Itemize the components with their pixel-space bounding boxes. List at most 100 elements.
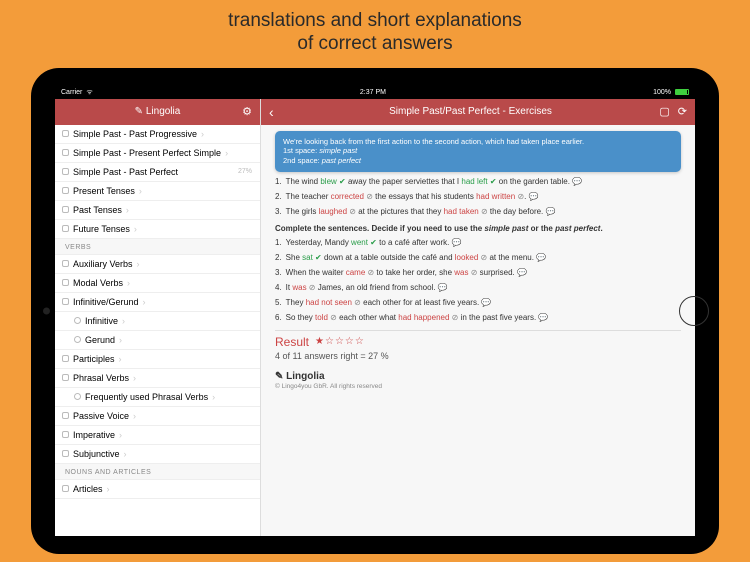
sidebar-item-label: Past Tenses [73,205,122,215]
sidebar-item-label: Imperative [73,430,115,440]
exercise-sentence: 1.Yesterday, Mandy went ✔ to a café afte… [275,237,681,249]
chevron-right-icon: › [143,297,146,307]
checkbox-icon [62,168,69,175]
checkbox-icon [62,431,69,438]
sidebar-item[interactable]: Present Tenses› [55,182,260,201]
exercise-sentence: 2.She sat ✔ down at a table outside the … [275,252,681,264]
comment-icon[interactable]: 💬 [517,268,527,277]
checkbox-icon [62,149,69,156]
sidebar-item[interactable]: Future Tenses› [55,220,260,239]
result-section: Result ★☆☆☆☆ 4 of 11 answers right = 27 … [275,330,681,361]
content-header: ‹ Simple Past/Past Perfect - Exercises ▢… [261,99,695,125]
clock-label: 2:37 PM [360,89,386,96]
screen: Carrier ᯤ 2:37 PM 100% ✎ Lingolia ⚙ Simp… [55,86,695,536]
sidebar-item-label: Modal Verbs [73,278,123,288]
explanation-tooltip: We're looking back from the first action… [275,131,681,172]
exercise-sentence: 6.So they told ⊘ each other what had hap… [275,312,681,324]
chevron-right-icon: › [133,373,136,383]
footer-copyright: © Lingo4you GbR. All rights reserved [275,383,681,390]
instruction: Complete the sentences. Decide if you ne… [275,224,681,233]
exercise-sentence: 4.It was ⊘ James, an old friend from sch… [275,282,681,294]
sidebar-item[interactable]: Gerund › [55,331,260,350]
explain-line: 2nd space: past perfect [283,156,673,166]
footer-brand: ✎ Lingolia [275,371,681,382]
sidebar-item-label: Phrasal Verbs [73,373,129,383]
refresh-icon[interactable]: ⟳ [678,105,687,118]
sidebar-item-label: Passive Voice [73,411,129,421]
back-icon[interactable]: ‹ [269,104,274,120]
sidebar-item[interactable]: Participles› [55,350,260,369]
section-header: VERBS [55,239,260,255]
explain-line: 1st space: simple past [283,146,673,156]
chevron-right-icon: › [225,148,228,158]
sidebar-item[interactable]: Simple Past - Past Progressive › [55,125,260,144]
explain-line: We're looking back from the first action… [283,137,673,147]
chevron-right-icon: › [212,392,215,402]
section-header: NOUNS AND ARTICLES [55,464,260,480]
sidebar-item[interactable]: Subjunctive › [55,445,260,464]
content-body[interactable]: We're looking back from the first action… [261,125,695,536]
checkbox-icon [74,393,81,400]
sidebar-item[interactable]: Frequently used Phrasal Verbs › [55,388,260,407]
chevron-right-icon: › [119,430,122,440]
checkbox-icon [62,374,69,381]
comment-icon[interactable]: 💬 [546,207,556,216]
sidebar-item[interactable]: Auxiliary Verbs› [55,255,260,274]
tablet-frame: Carrier ᯤ 2:37 PM 100% ✎ Lingolia ⚙ Simp… [31,68,719,554]
comment-icon[interactable]: 💬 [538,313,548,322]
checkbox-icon [74,336,81,343]
chevron-right-icon: › [119,335,122,345]
comment-icon[interactable]: 💬 [529,192,539,201]
sidebar-item-label: Gerund [85,335,115,345]
exercise-sentence: 1.The wind blew ✔ away the paper serviet… [275,176,681,188]
sidebar-item-label: Subjunctive [73,449,120,459]
checkbox-icon [62,279,69,286]
battery-label: 100% [653,89,671,96]
comment-icon[interactable]: 💬 [481,298,491,307]
sidebar-item[interactable]: Passive Voice› [55,407,260,426]
checkbox-icon [62,225,69,232]
chevron-right-icon: › [139,186,142,196]
comment-icon[interactable]: 💬 [452,238,462,247]
comment-icon[interactable]: 💬 [438,283,448,292]
page-title: Simple Past/Past Perfect - Exercises [282,106,660,117]
comment-icon[interactable]: 💬 [572,177,582,186]
sidebar-item[interactable]: Phrasal Verbs › [55,369,260,388]
sidebar-item[interactable]: Infinitive› [55,312,260,331]
sidebar-item-label: Participles [73,354,115,364]
chevron-right-icon: › [134,224,137,234]
chevron-right-icon: › [124,449,127,459]
carrier-label: Carrier [61,89,82,96]
sidebar-item-label: Simple Past - Present Perfect Simple [73,148,221,158]
checkbox-icon [62,412,69,419]
progress-percent: 27% [238,168,252,175]
promo-line2: of correct answers [228,33,522,56]
sidebar-item[interactable]: Articles › [55,480,260,499]
sidebar-item[interactable]: Infinitive/Gerund› [55,293,260,312]
brand-name: Lingolia [146,106,180,117]
chevron-right-icon: › [107,484,110,494]
sidebar-item-label: Simple Past - Past Progressive [73,129,197,139]
gear-icon[interactable]: ⚙ [242,105,252,118]
bookmark-icon[interactable]: ▢ [659,105,669,118]
chevron-right-icon: › [127,278,130,288]
sidebar-item[interactable]: Simple Past - Past Perfect27% [55,163,260,182]
exercise-sentence: 5.They had not seen ⊘ each other for at … [275,297,681,309]
checkbox-icon [62,355,69,362]
result-heading: Result ★☆☆☆☆ [275,335,681,349]
checkbox-icon [62,485,69,492]
brand-logo: ✎ Lingolia [135,106,181,117]
sidebar-item[interactable]: Modal Verbs › [55,274,260,293]
battery-icon [675,89,689,95]
sidebar-item-label: Infinitive [85,316,118,326]
wifi-icon: ᯤ [86,88,92,97]
sidebar-item[interactable]: Imperative › [55,426,260,445]
checkbox-icon [62,130,69,137]
chevron-right-icon: › [137,259,140,269]
chevron-right-icon: › [201,129,204,139]
sidebar-item-label: Frequently used Phrasal Verbs [85,392,208,402]
sidebar-item-label: Articles [73,484,103,494]
sidebar-item[interactable]: Past Tenses› [55,201,260,220]
comment-icon[interactable]: 💬 [536,253,546,262]
sidebar-item[interactable]: Simple Past - Present Perfect Simple › [55,144,260,163]
